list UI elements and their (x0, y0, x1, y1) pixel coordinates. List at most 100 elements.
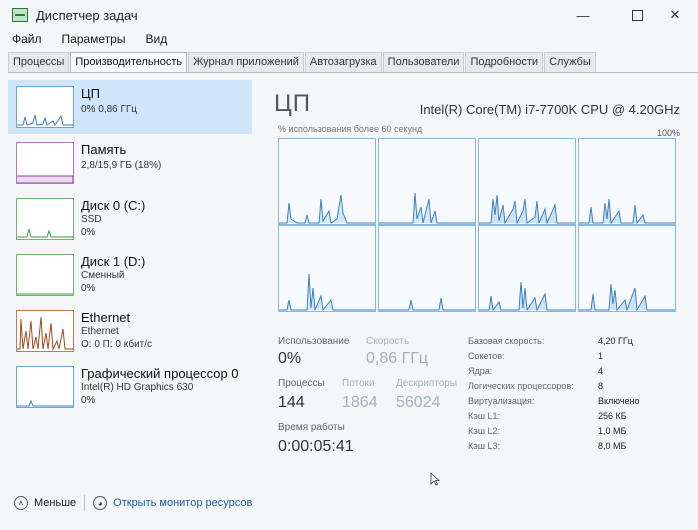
sidebar-item-detail: 0% (81, 283, 96, 294)
menu-options[interactable]: Параметры (50, 30, 134, 50)
logical-cpu-graph (278, 225, 376, 312)
minimize-button[interactable]: — (560, 0, 606, 30)
detail-label: Логических процессоров: (468, 381, 574, 391)
sidebar-item-name: Диск 0 (C:) (81, 198, 146, 213)
tab-app-history[interactable]: Журнал приложений (188, 52, 304, 72)
disk-0-mini-graph (16, 198, 74, 240)
sidebar-item-name: Диск 1 (D:) (81, 254, 146, 269)
sidebar-item-disk-0[interactable]: Диск 0 (C:) SSD 0% (8, 192, 252, 246)
detail-value: Включено (598, 396, 640, 406)
logical-cpu-graph (578, 138, 676, 225)
logical-cpu-graph (378, 225, 476, 312)
usage-value: 0% (278, 350, 302, 367)
handles-label: Дескрипторы (396, 378, 458, 389)
page-title: ЦП (274, 90, 312, 117)
logical-cpu-graph (378, 138, 476, 225)
sidebar-item-detail: О: 0 П: 0 кбит/с (81, 339, 153, 350)
sidebar-item-disk-1[interactable]: Диск 1 (D:) Сменный 0% (8, 248, 252, 302)
sidebar-item-memory[interactable]: Память 2,8/15,9 ГБ (18%) (8, 136, 252, 190)
logical-cpu-graph (278, 138, 376, 225)
detail-label: Сокетов: (468, 351, 505, 361)
graph-max-label: 100% (656, 128, 680, 138)
tab-performance[interactable]: Производительность (70, 52, 188, 72)
sidebar-item-name: Графический процессор 0 (81, 366, 239, 381)
uptime-label: Время работы (278, 422, 345, 433)
detail-value: 4,20 ГГц (598, 336, 633, 346)
detail-value: 4 (598, 366, 604, 376)
threads-value: 1864 (342, 394, 378, 411)
cpu-model-name: Intel(R) Core(TM) i7-7700K CPU @ 4.20GHz (419, 102, 680, 117)
cpu-mini-graph (16, 86, 74, 128)
processes-value: 144 (278, 394, 305, 411)
logical-cpu-graph (478, 225, 576, 312)
resource-monitor-icon: ◕ (93, 496, 108, 510)
detail-value: 256 КБ (598, 411, 627, 421)
threads-label: Потоки (342, 378, 375, 389)
tab-startup[interactable]: Автозагрузка (304, 52, 382, 72)
detail-label: Виртуализация: (468, 396, 535, 406)
sidebar-item-ethernet[interactable]: Ethernet Ethernet О: 0 П: 0 кбит/с (8, 304, 252, 358)
sidebar-item-name: Память (81, 142, 127, 157)
tab-bar: Процессы Производительность Журнал прило… (8, 52, 698, 73)
sidebar-item-detail: Intel(R) HD Graphics 630 (81, 382, 194, 393)
sidebar-item-detail: 0% 0,86 ГГц (81, 104, 138, 115)
graph-caption: % использования более 60 секунд (278, 124, 423, 134)
speed-label: Скорость (366, 336, 410, 347)
detail-label: Кэш L1: (468, 411, 501, 421)
sidebar-item-detail: Ethernet (81, 326, 119, 337)
detail-value: 8 (598, 381, 604, 391)
menu-view[interactable]: Вид (133, 30, 175, 50)
fewer-details-button[interactable]: ˄ Меньше (14, 496, 76, 510)
sidebar-item-gpu[interactable]: Графический процессор 0 Intel(R) HD Grap… (8, 360, 252, 414)
detail-value: 8,0 МБ (598, 441, 627, 451)
task-manager-icon (12, 8, 28, 22)
tab-processes[interactable]: Процессы (8, 52, 70, 72)
detail-label: Кэш L2: (468, 426, 501, 436)
detail-label: Кэш L3: (468, 441, 501, 451)
close-button[interactable]: ✕ (652, 0, 698, 30)
mouse-cursor-icon (430, 472, 440, 486)
sidebar-item-name: Ethernet (81, 310, 131, 325)
sidebar-item-cpu[interactable]: ЦП 0% 0,86 ГГц (8, 80, 252, 134)
footer-bar: ˄ Меньше ◕ Открыть монитор ресурсов (0, 488, 698, 518)
chevron-up-icon: ˄ (14, 496, 28, 510)
resource-sidebar: ЦП 0% 0,86 ГГц Память 2,8/15,9 ГБ (18%) … (8, 80, 252, 480)
sidebar-item-detail: SSD (81, 214, 102, 225)
detail-label: Ядра: (468, 366, 493, 376)
menu-bar: Файл Параметры Вид (0, 30, 698, 50)
sidebar-item-detail: Сменный (81, 270, 125, 281)
speed-value: 0,86 ГГц (366, 350, 429, 367)
cpu-detail-panel: ЦП Intel(R) Core(TM) i7-7700K CPU @ 4.20… (270, 86, 680, 476)
detail-value: 1 (598, 351, 604, 361)
usage-label: Использование (278, 336, 350, 347)
close-icon: ✕ (669, 7, 681, 22)
menu-file[interactable]: Файл (0, 30, 50, 50)
sidebar-item-name: ЦП (81, 86, 100, 101)
tab-details[interactable]: Подробности (465, 52, 544, 72)
detail-label: Базовая скорость: (468, 336, 545, 346)
memory-mini-graph (16, 142, 74, 184)
sidebar-item-detail: 0% (81, 395, 96, 406)
minimize-icon: — (576, 7, 590, 23)
ethernet-mini-graph (16, 310, 74, 352)
open-resource-monitor-link[interactable]: ◕ Открыть монитор ресурсов (93, 496, 252, 510)
task-manager-window: Диспетчер задач — ✕ Файл Параметры Вид П… (0, 0, 698, 530)
gpu-mini-graph (16, 366, 74, 408)
sidebar-item-detail: 0% (81, 227, 96, 238)
uptime-value: 0:00:05:41 (278, 438, 354, 455)
handles-value: 56024 (396, 394, 441, 411)
logical-cpu-graph (478, 138, 576, 225)
window-title: Диспетчер задач (36, 7, 138, 23)
open-resource-monitor-label: Открыть монитор ресурсов (113, 497, 253, 509)
maximize-icon (631, 9, 643, 21)
logical-cpu-graph-grid (278, 138, 676, 312)
footer-divider (84, 495, 86, 511)
tab-users[interactable]: Пользователи (382, 52, 465, 72)
logical-cpu-graph (578, 225, 676, 312)
detail-value: 1,0 МБ (598, 426, 627, 436)
tab-services[interactable]: Службы (544, 52, 596, 72)
sidebar-item-detail: 2,8/15,9 ГБ (18%) (81, 160, 162, 171)
title-bar: Диспетчер задач — ✕ (0, 0, 698, 30)
processes-label: Процессы (278, 378, 325, 389)
fewer-details-label: Меньше (34, 497, 77, 509)
